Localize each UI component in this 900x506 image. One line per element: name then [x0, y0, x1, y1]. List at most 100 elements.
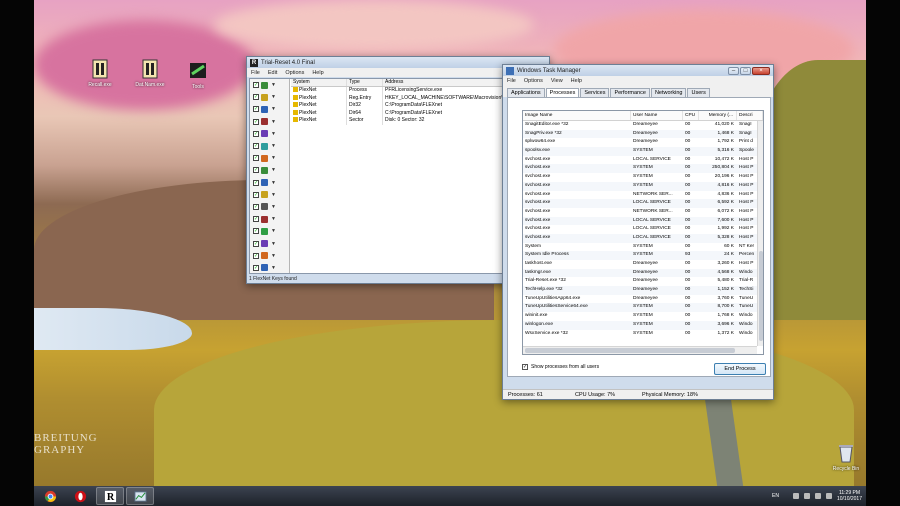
- tab-services[interactable]: Services: [580, 88, 610, 97]
- dropdown-arrow-icon[interactable]: ▼: [271, 241, 276, 247]
- protection-item[interactable]: ✓ ▼: [250, 116, 289, 128]
- column-header-image-name[interactable]: Image Name: [523, 111, 631, 120]
- process-row[interactable]: svchost.exe LOCAL SERVICE 00 7,600 K Host P: [523, 216, 763, 226]
- dropdown-arrow-icon[interactable]: ▼: [271, 131, 276, 137]
- protection-item[interactable]: ✓ ▼: [250, 225, 289, 237]
- protection-checkbox[interactable]: ✓: [253, 264, 259, 271]
- menu-file[interactable]: File: [251, 70, 260, 76]
- horizontal-scrollbar[interactable]: [523, 346, 757, 354]
- scroll-thumb[interactable]: [759, 251, 763, 341]
- column-header-system[interactable]: System: [291, 79, 347, 86]
- protection-checkbox[interactable]: ✓: [253, 130, 259, 137]
- dropdown-arrow-icon[interactable]: ▼: [271, 265, 276, 271]
- process-row[interactable]: svchost.exe SYSTEM 00 4,816 K Host P: [523, 181, 763, 191]
- process-row[interactable]: TuneUpUtilitiesApp64.exe Dreameyee 00 3,760…: [523, 295, 763, 304]
- process-row[interactable]: Trial-Reset.exe *32 Dreameyee 00 5,480 K Tri…: [523, 277, 763, 286]
- dropdown-arrow-icon[interactable]: ▼: [271, 106, 276, 112]
- protection-item[interactable]: ✓ ▼: [250, 189, 289, 201]
- process-row[interactable]: svchost.exe SYSTEM 00 20,196 K Host P: [523, 173, 763, 182]
- dropdown-arrow-icon[interactable]: ▼: [271, 155, 276, 161]
- dropdown-arrow-icon[interactable]: ▼: [271, 204, 276, 210]
- process-row[interactable]: svchost.exe LOCAL SERVICE 00 6,592 K Host P: [523, 199, 763, 208]
- protection-item[interactable]: ✓ ▼: [250, 201, 289, 213]
- protection-checkbox[interactable]: ✓: [253, 216, 259, 223]
- protection-item[interactable]: ✓ ▼: [250, 213, 289, 225]
- column-header-cpu[interactable]: CPU: [683, 111, 699, 120]
- tab-performance[interactable]: Performance: [610, 88, 650, 97]
- process-row[interactable]: TuneUpUtilitiesService64.exe SYSTEM 00 8,70…: [523, 303, 763, 313]
- protection-item[interactable]: ✓ ▼: [250, 91, 289, 103]
- protection-checkbox[interactable]: ✓: [253, 143, 259, 150]
- protection-checkbox[interactable]: ✓: [253, 82, 259, 89]
- process-row[interactable]: spoolsv.exe SYSTEM 00 5,316 K Spoole: [523, 147, 763, 156]
- process-row[interactable]: wininit.exe SYSTEM 00 1,768 K Windo: [523, 312, 763, 321]
- protection-checkbox[interactable]: ✓: [253, 155, 259, 162]
- close-button[interactable]: ×: [752, 66, 770, 75]
- menu-options[interactable]: Options: [285, 70, 304, 76]
- scroll-thumb[interactable]: [525, 348, 735, 353]
- process-row[interactable]: winlogon.exe SYSTEM 00 3,696 K Windo: [523, 320, 763, 330]
- protection-checkbox[interactable]: ✓: [253, 240, 259, 247]
- taskbar-opera[interactable]: [66, 487, 94, 505]
- task-manager-window[interactable]: Windows Task Manager – □ × File Options …: [502, 64, 774, 400]
- process-row[interactable]: splwow64.exe Dreameyee 00 1,792 K Print d: [523, 138, 763, 147]
- process-row[interactable]: svchost.exe NETWORK SER... 00 4,836 K Host P: [523, 191, 763, 200]
- column-header-type[interactable]: Type: [347, 79, 383, 86]
- dropdown-arrow-icon[interactable]: ▼: [271, 82, 276, 88]
- process-list[interactable]: Image Name User Name CPU Memory (... Des…: [522, 110, 764, 355]
- show-all-checkbox[interactable]: ✓: [522, 364, 528, 370]
- process-row[interactable]: svchost.exe LOCAL SERVICE 00 5,328 K Host P: [523, 233, 763, 243]
- taskbar-chrome[interactable]: [36, 487, 64, 505]
- action-center-icon[interactable]: [803, 493, 810, 499]
- process-row[interactable]: WsxService.exe *32 SYSTEM 00 1,372 K Windo: [523, 330, 763, 339]
- process-row[interactable]: System Idle Process SYSTEM 93 24 K Percen: [523, 251, 763, 260]
- column-header-memory[interactable]: Memory (...: [699, 111, 737, 120]
- tab-users[interactable]: Users: [687, 88, 710, 97]
- menu-file[interactable]: File: [507, 78, 516, 84]
- dropdown-arrow-icon[interactable]: ▼: [271, 119, 276, 125]
- column-header-user-name[interactable]: User Name: [631, 111, 683, 120]
- tray-icon[interactable]: [792, 493, 799, 499]
- protection-item[interactable]: ✓ ▼: [250, 262, 289, 274]
- network-icon[interactable]: [814, 493, 821, 499]
- dropdown-arrow-icon[interactable]: ▼: [271, 143, 276, 149]
- dropdown-arrow-icon[interactable]: ▼: [271, 228, 276, 234]
- desktop-icon-tools[interactable]: Tools: [178, 60, 218, 90]
- dropdown-arrow-icon[interactable]: ▼: [271, 180, 276, 186]
- process-row[interactable]: SnagitEditor.exe *32 Dreameyee 00 41,020 KS…: [523, 121, 763, 130]
- desktop-icon-recycle-bin[interactable]: Recycle Bin: [826, 442, 866, 472]
- protection-checkbox[interactable]: ✓: [253, 106, 259, 113]
- dropdown-arrow-icon[interactable]: ▼: [271, 167, 276, 173]
- process-row[interactable]: SnagPriv.exe *32 Dreameyee 00 1,468 K SnagI: [523, 129, 763, 139]
- protection-checkbox[interactable]: ✓: [253, 179, 259, 186]
- protection-item[interactable]: ✓ ▼: [250, 103, 289, 115]
- protection-item[interactable]: ✓ ▼: [250, 140, 289, 152]
- protection-item[interactable]: ✓ ▼: [250, 164, 289, 176]
- title-bar[interactable]: Windows Task Manager – □ ×: [503, 65, 773, 76]
- maximize-button[interactable]: □: [740, 66, 751, 75]
- column-header-description[interactable]: Descri: [737, 111, 763, 120]
- clock[interactable]: 11:29 PM 10/10/2017: [837, 490, 862, 502]
- process-row[interactable]: svchost.exe LOCAL SERVICE 00 1,992 K Host P: [523, 225, 763, 234]
- dropdown-arrow-icon[interactable]: ▼: [271, 192, 276, 198]
- menu-options[interactable]: Options: [524, 78, 543, 84]
- protection-item[interactable]: ✓ ▼: [250, 152, 289, 164]
- process-row[interactable]: taskmgr.exe Dreameyee 00 4,568 K Windo: [523, 268, 763, 278]
- protection-checkbox[interactable]: ✓: [253, 118, 259, 125]
- process-row[interactable]: svchost.exe NETWORK SER... 00 6,072 K Host P: [523, 208, 763, 217]
- protection-checkbox[interactable]: ✓: [253, 252, 259, 259]
- protection-item[interactable]: ✓ ▼: [250, 250, 289, 262]
- end-process-button[interactable]: End Process: [714, 363, 766, 375]
- dropdown-arrow-icon[interactable]: ▼: [271, 253, 276, 259]
- vertical-scrollbar[interactable]: [757, 121, 763, 346]
- protection-checkbox[interactable]: ✓: [253, 167, 259, 174]
- volume-icon[interactable]: [825, 493, 832, 499]
- protection-item[interactable]: ✓ ▼: [250, 128, 289, 140]
- protection-item[interactable]: ✓ ▼: [250, 79, 289, 91]
- dropdown-arrow-icon[interactable]: ▼: [271, 94, 276, 100]
- tab-networking[interactable]: Networking: [650, 88, 687, 97]
- show-all-processes[interactable]: ✓ Show processes from all users: [522, 364, 599, 370]
- protection-item[interactable]: ✓ ▼: [250, 177, 289, 189]
- protection-checkbox[interactable]: ✓: [253, 203, 259, 210]
- desktop[interactable]: BREITUNG GRAPHY Recall.exe Dat.Nam.exe T…: [34, 0, 866, 486]
